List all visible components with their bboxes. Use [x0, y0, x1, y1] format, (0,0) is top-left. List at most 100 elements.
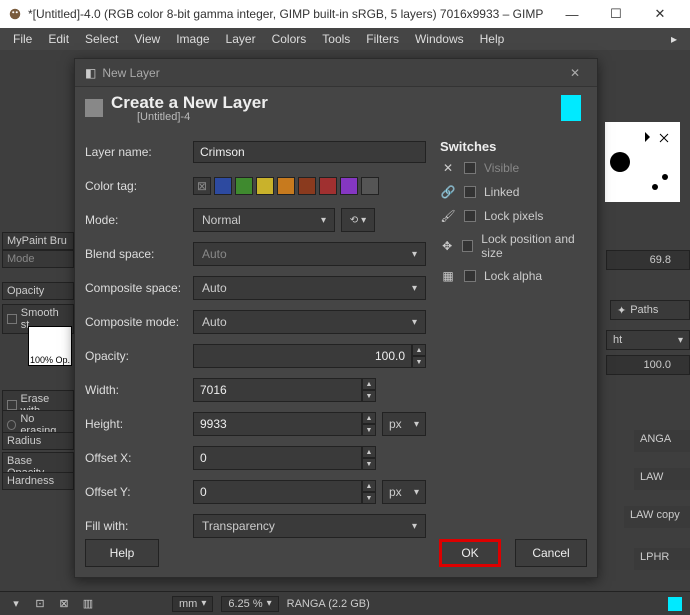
mode-reset-button[interactable]: ⟲▾	[341, 208, 375, 232]
status-icon-3[interactable]: ⊠	[56, 597, 72, 610]
status-icon-1[interactable]: ▾	[8, 597, 24, 610]
composite-mode-label: Composite mode:	[85, 315, 193, 329]
color-tag-red[interactable]	[319, 177, 337, 195]
help-button[interactable]: Help	[85, 539, 159, 567]
status-icon-2[interactable]: ⊡	[32, 597, 48, 610]
cancel-button[interactable]: Cancel	[515, 539, 587, 567]
composite-mode-select[interactable]: Auto▾	[193, 310, 426, 334]
layer-item-2[interactable]: LAW copy	[624, 506, 690, 528]
alpha-icon: ▦	[440, 268, 456, 284]
close-window-button[interactable]: ✕	[638, 0, 682, 28]
ok-button[interactable]: OK	[439, 539, 501, 567]
right-mode-dropdown[interactable]: ht▾	[606, 330, 690, 350]
height-label: Height:	[85, 417, 193, 431]
mode-label: Mode:	[85, 213, 193, 227]
blend-space-select: Auto▾	[193, 242, 426, 266]
offset-x-input[interactable]: ▲▼	[193, 446, 376, 470]
opacity-label-dlg: Opacity:	[85, 349, 193, 363]
status-icon-4[interactable]: ▥	[80, 597, 96, 610]
menu-image[interactable]: Image	[169, 30, 216, 48]
lock-alpha-checkbox[interactable]	[464, 270, 476, 282]
menu-select[interactable]: Select	[78, 30, 125, 48]
menu-colors[interactable]: Colors	[265, 30, 314, 48]
dialog-titlebar: ◧ New Layer ✕	[75, 59, 597, 87]
offset-y-label: Offset Y:	[85, 485, 193, 499]
link-icon: 🔗	[440, 184, 456, 200]
color-tag-none[interactable]: ⊠	[193, 177, 211, 195]
color-tag-picker: ⊠	[193, 177, 426, 195]
composite-space-select[interactable]: Auto▾	[193, 276, 426, 300]
menu-overflow-icon[interactable]: ▸	[664, 30, 684, 48]
switch-lock-alpha[interactable]: ▦ Lock alpha	[440, 268, 587, 284]
window-titlebar: *[Untitled]-4.0 (RGB color 8-bit gamma i…	[0, 0, 690, 28]
width-input[interactable]: ▲▼	[193, 378, 376, 402]
color-tag-orange[interactable]	[277, 177, 295, 195]
maximize-button[interactable]: ☐	[594, 0, 638, 28]
color-tag-brown[interactable]	[298, 177, 316, 195]
offset-unit-select[interactable]: px▾	[382, 480, 426, 504]
opacity-down[interactable]: ▼	[412, 356, 426, 368]
ruler-unit-select[interactable]: mm▾	[172, 596, 213, 612]
opacity-label: Opacity	[2, 282, 74, 300]
lock-position-checkbox[interactable]	[462, 240, 473, 252]
switch-lock-pixels[interactable]: 🖌 Lock pixels	[440, 208, 587, 224]
visible-checkbox[interactable]	[464, 162, 476, 174]
offset-x-label: Offset X:	[85, 451, 193, 465]
paths-tab[interactable]: ✦Paths	[610, 300, 690, 320]
color-tag-yellow[interactable]	[256, 177, 274, 195]
blend-space-label: Blend space:	[85, 247, 193, 261]
menu-file[interactable]: File	[6, 30, 39, 48]
layer-name-label: Layer name:	[85, 145, 193, 159]
brush-icon: 🖌	[440, 208, 456, 224]
minimize-button[interactable]: —	[550, 0, 594, 28]
switch-lock-position[interactable]: ✥ Lock position and size	[440, 232, 587, 260]
menu-filters[interactable]: Filters	[359, 30, 406, 48]
color-tag-gray[interactable]	[361, 177, 379, 195]
layer-item-0[interactable]: ANGA	[634, 430, 690, 452]
height-input[interactable]: ▲▼	[193, 412, 376, 436]
menubar: File Edit Select View Image Layer Colors…	[0, 28, 690, 50]
dialog-logo-icon	[85, 99, 103, 117]
linked-checkbox[interactable]	[464, 186, 476, 198]
opacity-up[interactable]: ▲	[412, 344, 426, 356]
layer-item-3[interactable]: LPHR	[634, 548, 690, 570]
color-tag-blue[interactable]	[214, 177, 232, 195]
dialog-close-button[interactable]: ✕	[563, 66, 587, 80]
opacity-input[interactable]: ▲▼	[193, 344, 426, 368]
size-unit-select[interactable]: px▾	[382, 412, 426, 436]
lock-pixels-checkbox[interactable]	[464, 210, 476, 222]
color-swatch[interactable]	[561, 95, 581, 121]
brush-preview[interactable]: 100% Op.	[28, 326, 72, 366]
color-tag-green[interactable]	[235, 177, 253, 195]
fill-with-select[interactable]: Transparency▾	[193, 514, 426, 538]
right-pct[interactable]: 100.0	[606, 355, 690, 375]
mypaint-brush-header[interactable]: MyPaint Bru	[2, 232, 74, 250]
menu-tools[interactable]: Tools	[315, 30, 357, 48]
mode-select[interactable]: Normal▾	[193, 208, 335, 232]
menu-view[interactable]: View	[127, 30, 167, 48]
status-color-swatch[interactable]	[668, 597, 682, 611]
menu-windows[interactable]: Windows	[408, 30, 471, 48]
statusbar: ▾ ⊡ ⊠ ▥ mm▾ 6.25 %▾ RANGA (2.2 GB)	[0, 591, 690, 615]
mode-header: Mode	[2, 250, 74, 268]
menu-layer[interactable]: Layer	[219, 30, 263, 48]
offset-y-input[interactable]: ▲▼	[193, 480, 376, 504]
radius-label: Radius	[2, 432, 74, 450]
new-layer-dialog: ◧ New Layer ✕ Create a New Layer [Untitl…	[74, 58, 598, 578]
zoom-select[interactable]: 6.25 %▾	[221, 596, 278, 612]
window-title: *[Untitled]-4.0 (RGB color 8-bit gamma i…	[28, 7, 550, 21]
width-label: Width:	[85, 383, 193, 397]
switch-visible[interactable]: ✕ Visible	[440, 160, 587, 176]
hardness-label: Hardness	[2, 472, 74, 490]
menu-edit[interactable]: Edit	[41, 30, 76, 48]
app-icon	[8, 7, 22, 21]
fill-with-label: Fill with:	[85, 519, 193, 533]
dialog-app-icon: ◧	[85, 66, 96, 80]
layer-name-input[interactable]	[193, 141, 426, 163]
composite-space-label: Composite space:	[85, 281, 193, 295]
switch-linked[interactable]: 🔗 Linked	[440, 184, 587, 200]
color-tag-violet[interactable]	[340, 177, 358, 195]
right-spin-value[interactable]: 69.8	[606, 250, 690, 270]
layer-item-1[interactable]: LAW	[634, 468, 690, 490]
menu-help[interactable]: Help	[473, 30, 512, 48]
